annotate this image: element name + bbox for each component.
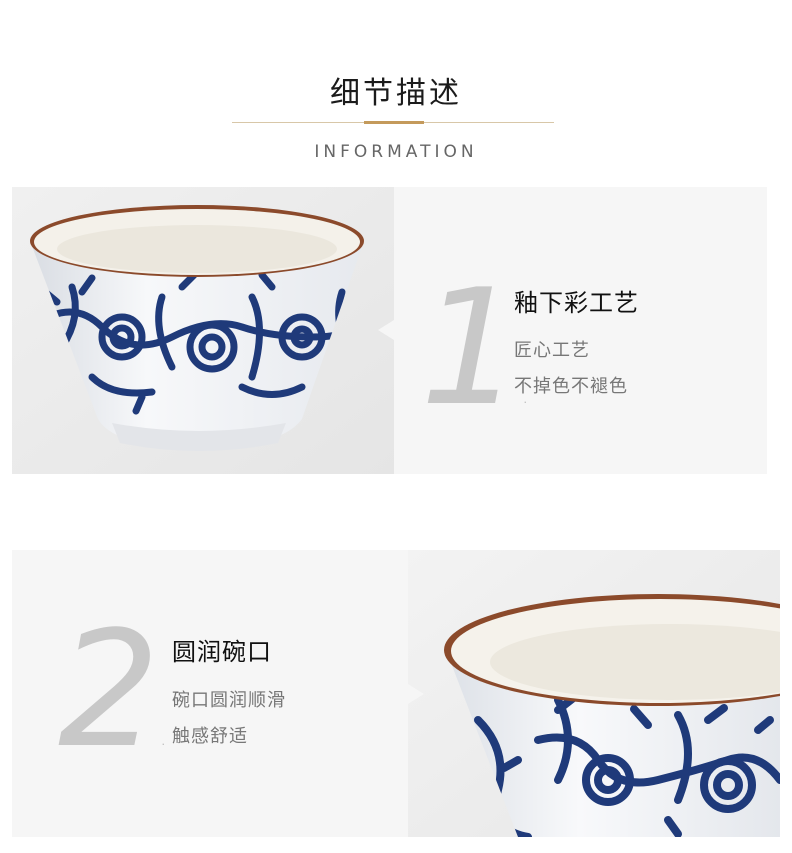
page-subtitle: INFORMATION: [314, 142, 478, 162]
section-1-bowl-photo: [12, 187, 394, 474]
section-1-line-2: 不掉色不褪色: [514, 376, 628, 397]
section-1-pointer: [378, 320, 394, 340]
section-2-title: 圆润碗口: [172, 638, 272, 666]
section-2-line-2: 触感舒适: [172, 726, 248, 747]
section-2-number: 2.: [58, 610, 167, 770]
section-1-number: 1.: [420, 268, 529, 428]
section-2-bowl-photo: [408, 550, 780, 837]
page-title: 细节描述: [330, 76, 462, 111]
section-1-line-1: 匠心工艺: [514, 340, 590, 361]
section-2-pointer: [408, 684, 424, 704]
section-2-number-digit: 2: [58, 596, 160, 783]
section-1-number-digit: 1: [420, 254, 522, 441]
section-2-number-dot: .: [159, 726, 167, 751]
section-2-line-1: 碗口圆润顺滑: [172, 690, 286, 711]
section-1-title: 釉下彩工艺: [514, 289, 639, 317]
title-divider-accent: [364, 121, 424, 124]
